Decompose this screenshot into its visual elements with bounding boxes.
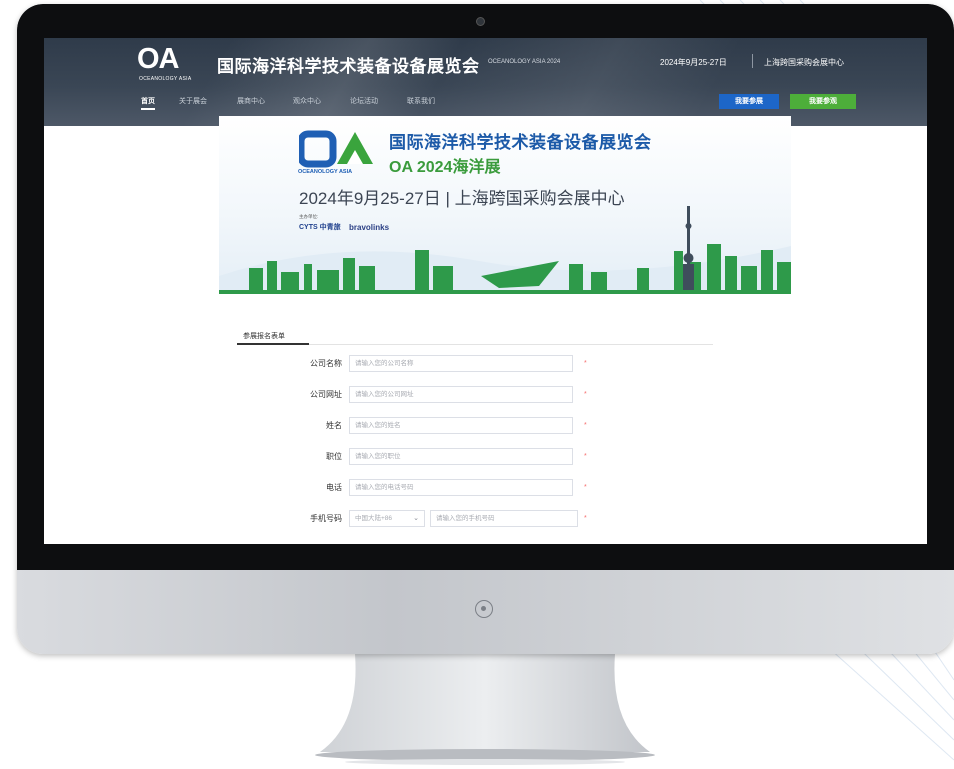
mobile-input[interactable]: 请输入您的手机号码 <box>430 510 578 527</box>
phone-input[interactable]: 请输入您的电话号码 <box>349 479 573 496</box>
monitor-stand <box>315 654 655 765</box>
company-website-input[interactable]: 请输入您的公司网址 <box>349 386 573 403</box>
oa-logo-icon <box>299 130 373 168</box>
required-marker: * <box>584 453 587 460</box>
header-divider <box>752 54 753 68</box>
nav-item-contact[interactable]: 联系我们 <box>407 96 435 106</box>
banner-subtitle: OA 2024海洋展 <box>389 159 501 176</box>
required-marker: * <box>584 391 587 398</box>
company-website-label: 公司网址 <box>310 390 342 399</box>
banner-logo-caption: OCEANOLOGY ASIA <box>298 169 353 175</box>
monitor-bezel: OA OCEANOLOGY ASIA 国际海洋科学技术装备设备展览会 OCEAN… <box>17 4 954 570</box>
name-label: 姓名 <box>326 421 342 430</box>
chevron-down-icon: ⌄ <box>413 515 419 522</box>
city-skyline-illustration <box>219 206 791 294</box>
header-venue: 上海跨国采购会展中心 <box>764 58 844 67</box>
power-button-icon[interactable] <box>475 600 493 618</box>
nav-item-exhibitors[interactable]: 展商中心 <box>237 96 265 106</box>
mobile-label: 手机号码 <box>310 514 342 523</box>
visit-signup-button[interactable]: 我要参观 <box>790 94 856 109</box>
country-code-select[interactable]: 中国大陆+86 ⌄ <box>349 510 425 527</box>
header-date: 2024年9月25-27日 <box>660 58 727 67</box>
monitor-frame: OA OCEANOLOGY ASIA 国际海洋科学技术装备设备展览会 OCEAN… <box>17 4 954 654</box>
banner-title: 国际海洋科学技术装备设备展览会 <box>389 133 652 152</box>
company-name-label: 公司名称 <box>310 359 342 368</box>
required-marker: * <box>584 484 587 491</box>
country-code-value: 中国大陆+86 <box>355 515 393 522</box>
form-tab-registration[interactable]: 参展报名表单 <box>243 331 285 341</box>
position-label: 职位 <box>326 452 342 461</box>
position-input[interactable]: 请输入您的职位 <box>349 448 573 465</box>
required-marker: * <box>584 422 587 429</box>
site-logo[interactable]: OA OCEANOLOGY ASIA <box>137 43 197 86</box>
logo-mark: OA <box>137 43 179 75</box>
form-tab-divider <box>243 344 713 345</box>
nav-item-forum[interactable]: 论坛活动 <box>350 96 378 106</box>
camera-icon <box>476 17 485 26</box>
browser-screen: OA OCEANOLOGY ASIA 国际海洋科学技术装备设备展览会 OCEAN… <box>44 38 927 544</box>
nav-item-about[interactable]: 关于展会 <box>179 96 207 106</box>
site-title: 国际海洋科学技术装备设备展览会 <box>217 57 480 76</box>
site-header: OA OCEANOLOGY ASIA 国际海洋科学技术装备设备展览会 OCEAN… <box>44 38 927 126</box>
hero-banner: OCEANOLOGY ASIA 国际海洋科学技术装备设备展览会 OA 2024海… <box>219 116 791 294</box>
exhibit-signup-button[interactable]: 我要参展 <box>719 94 779 109</box>
form-tab-active-indicator <box>237 343 309 345</box>
site-subtitle: OCEANOLOGY ASIA 2024 <box>488 59 561 65</box>
name-input[interactable]: 请输入您的姓名 <box>349 417 573 434</box>
company-name-input[interactable]: 请输入您的公司名称 <box>349 355 573 372</box>
logo-caption: OCEANOLOGY ASIA <box>139 76 192 82</box>
nav-active-indicator <box>141 108 155 110</box>
phone-label: 电话 <box>326 483 342 492</box>
nav-item-visitors[interactable]: 观众中心 <box>293 96 321 106</box>
required-marker: * <box>584 515 587 522</box>
nav-item-home[interactable]: 首页 <box>141 96 155 106</box>
required-marker: * <box>584 360 587 367</box>
